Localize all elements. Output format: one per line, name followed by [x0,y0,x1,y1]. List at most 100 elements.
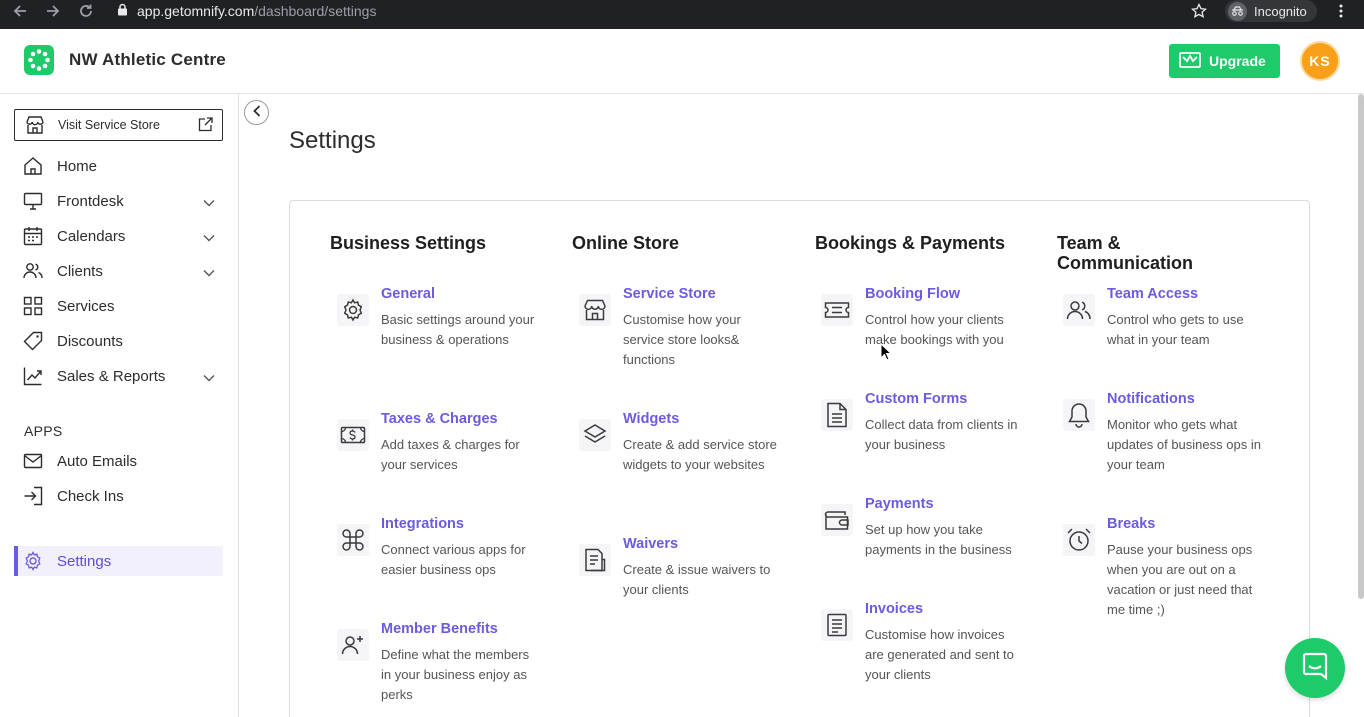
layers-icon [579,419,611,451]
settings-item-desc: Set up how you take payments in the busi… [865,522,1012,557]
chat-launcher-button[interactable] [1285,638,1345,698]
grid-icon [22,295,44,317]
url-host: app.getomnify.com [137,3,255,19]
settings-item-title[interactable]: Invoices [865,601,923,617]
team-icon [1063,294,1095,326]
command-icon [337,524,369,556]
sidebar-item-discounts[interactable]: Discounts [14,326,223,356]
column-title-bookings-payments: Bookings & Payments [815,233,1006,253]
apps-section-title: APPS [24,423,63,439]
collapse-sidebar-button[interactable] [244,100,269,125]
settings-item-title[interactable]: Service Store [623,286,716,302]
mouse-cursor-icon [880,342,893,366]
form-icon [821,399,853,431]
settings-item-desc: Monitor who gets what updates of busines… [1107,417,1261,472]
chart-icon [22,365,44,387]
column-title-team-communication: Team & Communication [1057,233,1194,273]
page-scrollbar[interactable] [1358,94,1364,599]
settings-item-title[interactable]: Integrations [381,516,464,532]
document-icon [579,544,611,576]
chevron-left-icon [252,104,261,122]
chevron-down-icon[interactable] [203,264,215,281]
brand-logo[interactable] [24,45,54,75]
settings-item-title[interactable]: Custom Forms [865,391,967,407]
chevron-down-icon[interactable] [203,194,215,211]
sidebar-item-label: Auto Emails [57,452,138,470]
settings-item-title[interactable]: Taxes & Charges [381,411,498,427]
app-header: NW Athletic Centre Upgrade KS [0,29,1364,94]
bell-icon [1063,399,1095,431]
settings-item-title[interactable]: Widgets [623,411,679,427]
incognito-label: Incognito [1254,3,1307,19]
user-plus-icon [337,629,369,661]
incognito-indicator[interactable]: Incognito [1225,0,1317,22]
sidebar-item-auto-emails[interactable]: Auto Emails [14,446,223,476]
settings-item-desc: Basic settings around your business & op… [381,312,535,347]
browser-toolbar: app.getomnify.com/dashboard/settings Inc… [0,0,1364,29]
settings-item-title[interactable]: Payments [865,496,934,512]
settings-item-desc: Collect data from clients in your busine… [865,417,1018,452]
ticket-icon [821,294,853,326]
address-bar[interactable]: app.getomnify.com/dashboard/settings [105,0,1215,22]
column-title-online-store: Online Store [572,233,680,253]
url-path: /dashboard/settings [254,3,377,19]
incognito-icon [1228,1,1247,21]
chat-icon [1300,651,1330,686]
gear-icon [337,294,369,326]
settings-item-title[interactable]: Team Access [1107,286,1198,302]
bookmark-star-icon[interactable] [1191,0,1207,22]
users-icon [22,260,44,282]
settings-item-desc: Connect various apps for easier business… [381,542,526,577]
monitor-icon [22,190,44,212]
chevron-down-icon[interactable] [203,229,215,246]
sidebar-item-label: Clients [57,262,103,280]
mail-icon [22,450,44,472]
crown-icon [1179,51,1201,71]
external-link-icon [198,117,213,135]
sidebar-item-frontdesk[interactable]: Frontdesk [14,186,223,216]
sidebar-item-label: Sales & Reports [57,367,166,385]
sidebar-item-label: Discounts [57,332,123,350]
sidebar-item-home[interactable]: Home [14,151,223,181]
settings-item-desc: Define what the members in your business… [381,647,530,702]
back-icon[interactable] [12,0,28,22]
avatar[interactable]: KS [1300,41,1340,81]
page-title: Settings [289,127,376,154]
sign-in-icon [22,485,44,507]
settings-item-title[interactable]: Member Benefits [381,621,498,637]
column-title-business-settings: Business Settings [330,233,487,253]
reload-icon[interactable] [78,0,94,22]
settings-item-desc: Control who gets to use what in your tea… [1107,312,1244,347]
settings-item-desc: Pause your business ops when you are out… [1107,542,1253,617]
settings-item-title[interactable]: Waivers [623,536,678,552]
gear-icon [22,550,44,572]
settings-item-desc: Customise how your service store looks& … [623,312,741,367]
sidebar-item-clients[interactable]: Clients [14,256,223,286]
visit-service-store-label: Visit Service Store [58,118,160,132]
storefront-icon [25,116,45,137]
forward-icon[interactable] [45,0,61,22]
settings-card: Business Settings General Basic settings… [289,200,1310,717]
chevron-down-icon[interactable] [203,369,215,386]
dollar-bill-icon [337,419,369,451]
alarm-clock-icon [1063,524,1095,556]
sidebar-item-services[interactable]: Services [14,291,223,321]
store-icon [579,294,611,326]
sidebar-item-settings[interactable]: Settings [14,546,223,576]
upgrade-button[interactable]: Upgrade [1169,44,1280,78]
settings-item-title[interactable]: Breaks [1107,516,1155,532]
sidebar-item-calendars[interactable]: Calendars [14,221,223,251]
settings-item-title[interactable]: General [381,286,435,302]
sidebar-item-check-ins[interactable]: Check Ins [14,481,223,511]
business-name: NW Athletic Centre [69,50,226,69]
settings-item-title[interactable]: Booking Flow [865,286,960,302]
invoice-icon [821,609,853,641]
sidebar-item-sales-reports[interactable]: Sales & Reports [14,361,223,391]
lock-icon [117,3,128,19]
tag-icon [22,330,44,352]
visit-service-store-button[interactable]: Visit Service Store [14,109,223,141]
sidebar-item-label: Check Ins [57,487,124,505]
sidebar-item-label: Frontdesk [57,192,124,210]
settings-item-title[interactable]: Notifications [1107,391,1195,407]
browser-menu-icon[interactable] [1338,0,1344,22]
